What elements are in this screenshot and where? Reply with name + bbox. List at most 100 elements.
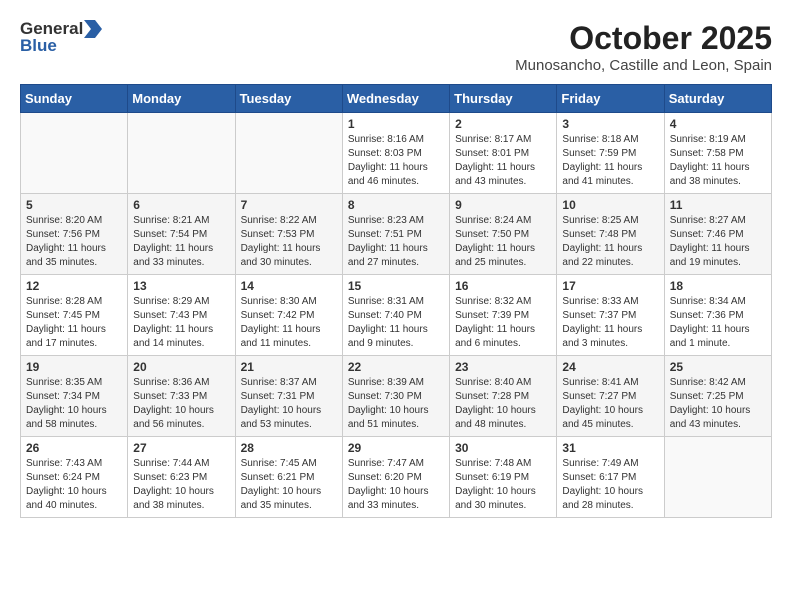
table-row: 18 Sunrise: 8:34 AM Sunset: 7:36 PM Dayli… (664, 275, 771, 356)
day-info: Sunrise: 8:31 AM Sunset: 7:40 PM Dayligh… (348, 295, 444, 351)
table-row: 10Sunrise: 8:25 AM Sunset: 7:48 PM Dayli… (557, 194, 664, 275)
day-info: Sunrise: 7:47 AM Sunset: 6:20 PM Dayligh… (348, 457, 444, 513)
day-number: 24 (562, 360, 658, 374)
table-row: 22 Sunrise: 8:39 AM Sunset: 7:30 PM Dayli… (342, 356, 449, 437)
table-row: 3Sunrise: 8:18 AM Sunset: 7:59 PM Daylig… (557, 113, 664, 194)
table-row: 31Sunrise: 7:49 AM Sunset: 6:17 PM Dayli… (557, 437, 664, 518)
table-row: 7Sunrise: 8:22 AM Sunset: 7:53 PM Daylig… (235, 194, 342, 275)
table-row: 15 Sunrise: 8:31 AM Sunset: 7:40 PM Dayli… (342, 275, 449, 356)
table-row: 26Sunrise: 7:43 AM Sunset: 6:24 PM Dayli… (21, 437, 128, 518)
table-row: 17 Sunrise: 8:33 AM Sunset: 7:37 PM Dayli… (557, 275, 664, 356)
day-info: Sunrise: 8:27 AM Sunset: 7:46 PM Dayligh… (670, 214, 766, 270)
day-number: 14 (241, 279, 337, 293)
day-info: Sunrise: 8:22 AM Sunset: 7:53 PM Dayligh… (241, 214, 337, 270)
col-sunday: Sunday (21, 85, 128, 113)
calendar-table: Sunday Monday Tuesday Wednesday Thursday… (20, 84, 772, 518)
day-info: Sunrise: 8:21 AM Sunset: 7:54 PM Dayligh… (133, 214, 229, 270)
day-info: Sunrise: 8:34 AM Sunset: 7:36 PM Dayligh… (670, 295, 766, 351)
day-number: 30 (455, 441, 551, 455)
day-number: 11 (670, 198, 766, 212)
day-number: 21 (241, 360, 337, 374)
calendar-week-row: 12Sunrise: 8:28 AM Sunset: 7:45 PM Dayli… (21, 275, 772, 356)
logo-arrow-icon (84, 20, 102, 38)
day-info: Sunrise: 8:32 AM Sunset: 7:39 PM Dayligh… (455, 295, 551, 351)
day-info: Sunrise: 7:49 AM Sunset: 6:17 PM Dayligh… (562, 457, 658, 513)
day-info: Sunrise: 8:24 AM Sunset: 7:50 PM Dayligh… (455, 214, 551, 270)
day-info: Sunrise: 8:36 AM Sunset: 7:33 PM Dayligh… (133, 376, 229, 432)
calendar-week-row: 5 Sunrise: 8:20 AM Sunset: 7:56 PM Daylig… (21, 194, 772, 275)
logo-blue: Blue (20, 37, 103, 56)
day-number: 10 (562, 198, 658, 212)
table-row: 12Sunrise: 8:28 AM Sunset: 7:45 PM Dayli… (21, 275, 128, 356)
table-row (235, 113, 342, 194)
day-info: Sunrise: 8:16 AM Sunset: 8:03 PM Dayligh… (348, 133, 444, 189)
table-row: 28Sunrise: 7:45 AM Sunset: 6:21 PM Dayli… (235, 437, 342, 518)
day-number: 5 (26, 198, 122, 212)
day-info: Sunrise: 8:37 AM Sunset: 7:31 PM Dayligh… (241, 376, 337, 432)
day-info: Sunrise: 8:42 AM Sunset: 7:25 PM Dayligh… (670, 376, 766, 432)
calendar-week-row: 1 Sunrise: 8:16 AM Sunset: 8:03 PM Daylig… (21, 113, 772, 194)
day-number: 4 (670, 117, 766, 131)
day-info: Sunrise: 7:43 AM Sunset: 6:24 PM Dayligh… (26, 457, 122, 513)
page-subtitle: Munosancho, Castille and Leon, Spain (515, 57, 772, 74)
table-row: 4 Sunrise: 8:19 AM Sunset: 7:58 PM Daylig… (664, 113, 771, 194)
table-row: 11 Sunrise: 8:27 AM Sunset: 7:46 PM Dayli… (664, 194, 771, 275)
day-number: 9 (455, 198, 551, 212)
day-info: Sunrise: 7:48 AM Sunset: 6:19 PM Dayligh… (455, 457, 551, 513)
col-tuesday: Tuesday (235, 85, 342, 113)
page-header: General Blue October 2025 Munosancho, Ca… (20, 20, 772, 74)
table-row: 19 Sunrise: 8:35 AM Sunset: 7:34 PM Dayli… (21, 356, 128, 437)
day-number: 16 (455, 279, 551, 293)
calendar-header-row: Sunday Monday Tuesday Wednesday Thursday… (21, 85, 772, 113)
day-number: 25 (670, 360, 766, 374)
day-number: 18 (670, 279, 766, 293)
page-title: October 2025 (515, 20, 772, 57)
col-thursday: Thursday (450, 85, 557, 113)
day-number: 22 (348, 360, 444, 374)
table-row: 16 Sunrise: 8:32 AM Sunset: 7:39 PM Dayli… (450, 275, 557, 356)
day-number: 19 (26, 360, 122, 374)
table-row: 8Sunrise: 8:23 AM Sunset: 7:51 PM Daylig… (342, 194, 449, 275)
day-info: Sunrise: 8:33 AM Sunset: 7:37 PM Dayligh… (562, 295, 658, 351)
day-number: 12 (26, 279, 122, 293)
table-row: 9 Sunrise: 8:24 AM Sunset: 7:50 PM Daylig… (450, 194, 557, 275)
table-row (128, 113, 235, 194)
table-row: 5 Sunrise: 8:20 AM Sunset: 7:56 PM Daylig… (21, 194, 128, 275)
day-number: 23 (455, 360, 551, 374)
day-info: Sunrise: 8:35 AM Sunset: 7:34 PM Dayligh… (26, 376, 122, 432)
col-friday: Friday (557, 85, 664, 113)
day-number: 13 (133, 279, 229, 293)
day-info: Sunrise: 8:39 AM Sunset: 7:30 PM Dayligh… (348, 376, 444, 432)
col-wednesday: Wednesday (342, 85, 449, 113)
day-info: Sunrise: 8:18 AM Sunset: 7:59 PM Dayligh… (562, 133, 658, 189)
table-row (664, 437, 771, 518)
day-number: 29 (348, 441, 444, 455)
table-row: 21 Sunrise: 8:37 AM Sunset: 7:31 PM Dayli… (235, 356, 342, 437)
day-info: Sunrise: 8:17 AM Sunset: 8:01 PM Dayligh… (455, 133, 551, 189)
day-info: Sunrise: 8:41 AM Sunset: 7:27 PM Dayligh… (562, 376, 658, 432)
table-row: 20 Sunrise: 8:36 AM Sunset: 7:33 PM Dayli… (128, 356, 235, 437)
table-row: 13Sunrise: 8:29 AM Sunset: 7:43 PM Dayli… (128, 275, 235, 356)
table-row: 2Sunrise: 8:17 AM Sunset: 8:01 PM Daylig… (450, 113, 557, 194)
table-row: 27Sunrise: 7:44 AM Sunset: 6:23 PM Dayli… (128, 437, 235, 518)
day-number: 20 (133, 360, 229, 374)
table-row: 6 Sunrise: 8:21 AM Sunset: 7:54 PM Daylig… (128, 194, 235, 275)
day-number: 8 (348, 198, 444, 212)
day-number: 1 (348, 117, 444, 131)
table-row: 25 Sunrise: 8:42 AM Sunset: 7:25 PM Dayli… (664, 356, 771, 437)
col-saturday: Saturday (664, 85, 771, 113)
table-row: 1 Sunrise: 8:16 AM Sunset: 8:03 PM Daylig… (342, 113, 449, 194)
day-number: 15 (348, 279, 444, 293)
day-info: Sunrise: 8:20 AM Sunset: 7:56 PM Dayligh… (26, 214, 122, 270)
day-number: 17 (562, 279, 658, 293)
table-row: 30 Sunrise: 7:48 AM Sunset: 6:19 PM Dayli… (450, 437, 557, 518)
day-info: Sunrise: 7:44 AM Sunset: 6:23 PM Dayligh… (133, 457, 229, 513)
table-row: 14 Sunrise: 8:30 AM Sunset: 7:42 PM Dayli… (235, 275, 342, 356)
col-monday: Monday (128, 85, 235, 113)
day-info: Sunrise: 7:45 AM Sunset: 6:21 PM Dayligh… (241, 457, 337, 513)
day-info: Sunrise: 8:19 AM Sunset: 7:58 PM Dayligh… (670, 133, 766, 189)
day-info: Sunrise: 8:30 AM Sunset: 7:42 PM Dayligh… (241, 295, 337, 351)
table-row: 29 Sunrise: 7:47 AM Sunset: 6:20 PM Dayli… (342, 437, 449, 518)
day-info: Sunrise: 8:40 AM Sunset: 7:28 PM Dayligh… (455, 376, 551, 432)
day-number: 6 (133, 198, 229, 212)
